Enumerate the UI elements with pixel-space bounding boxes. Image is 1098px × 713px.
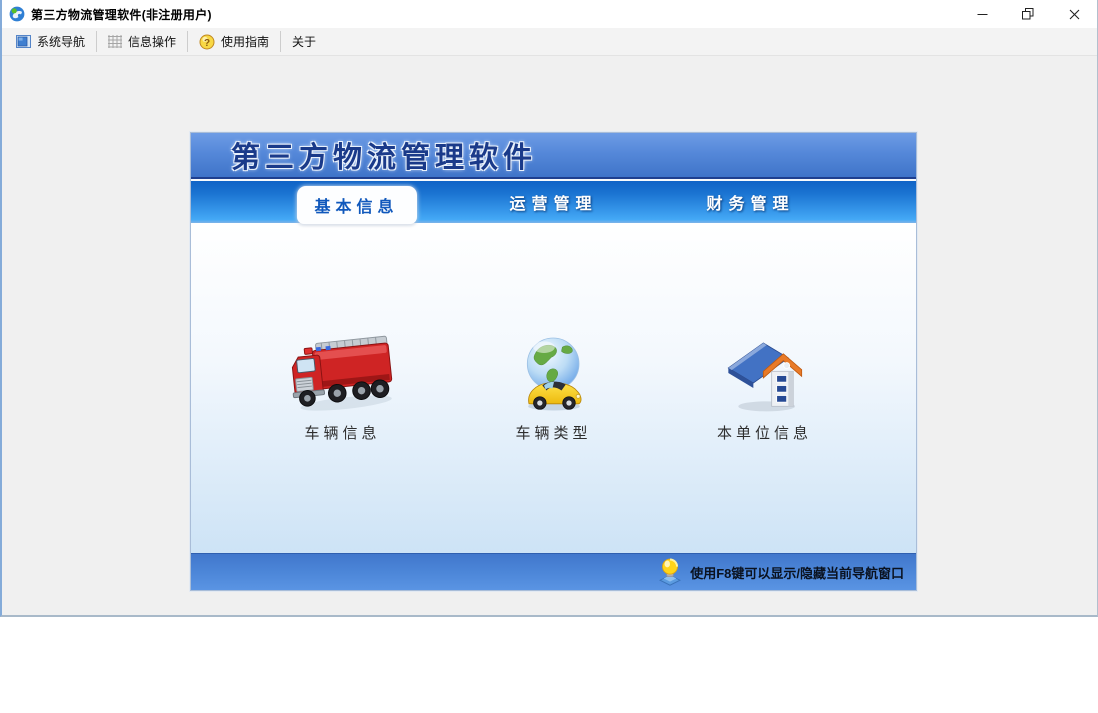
toolbar-item-user-guide[interactable]: ? 使用指南: [190, 30, 278, 53]
shortcut-vehicle-type[interactable]: 车辆类型: [448, 333, 659, 443]
tab-operations[interactable]: 运营管理: [509, 190, 597, 214]
shortcut-label: 车辆信息: [304, 425, 381, 442]
status-text: 使用F8键可以显示/隐藏当前导航窗口: [690, 565, 904, 581]
toolbar-separator: [96, 31, 98, 52]
house-icon: [727, 342, 802, 412]
content-area: 车辆信息 车辆类型 本单位信息: [191, 223, 916, 553]
tab-basic-info[interactable]: 基本信息: [296, 185, 417, 224]
close-button[interactable]: [1051, 0, 1097, 28]
minimize-button[interactable]: [959, 0, 1005, 28]
app-logo-icon: [9, 6, 25, 22]
grid-icon: [108, 35, 123, 48]
status-bar: 使用F8键可以显示/隐藏当前导航窗口: [191, 553, 916, 590]
close-icon: [1069, 9, 1079, 19]
restore-button[interactable]: [1005, 0, 1051, 28]
window-title: 第三方物流管理软件(非注册用户): [31, 7, 212, 22]
panel-title: 第三方物流管理软件: [231, 142, 538, 174]
shortcut-company-info[interactable]: 本单位信息: [659, 333, 870, 443]
toolbar-separator: [187, 31, 189, 52]
tab-slot: 基本信息: [258, 181, 455, 224]
toolbar-item-system-nav[interactable]: 系统导航: [7, 30, 94, 53]
tab-bar: 基本信息 运营管理 财务管理: [191, 181, 916, 224]
svg-text:?: ?: [204, 38, 210, 49]
toolbar-item-label: 使用指南: [221, 35, 270, 49]
toolbar-item-label: 关于: [292, 35, 317, 49]
window-controls: [959, 0, 1097, 28]
restore-icon: [1022, 8, 1034, 20]
minimize-icon: [977, 13, 987, 15]
navigation-panel-icon: [16, 35, 31, 48]
shortcut-label: 车辆类型: [515, 425, 592, 442]
title-bar: 第三方物流管理软件(非注册用户): [2, 0, 1097, 28]
shortcut-vehicle-info[interactable]: 车辆信息: [237, 333, 448, 443]
tab-finance[interactable]: 财务管理: [706, 190, 794, 214]
toolbar-item-about[interactable]: 关于: [283, 30, 325, 53]
lightbulb-icon: [659, 557, 682, 586]
globe-car-icon: [526, 337, 581, 411]
toolbar-separator: [280, 31, 282, 52]
shortcuts-row: 车辆信息 车辆类型 本单位信息: [237, 333, 870, 443]
toolbar-item-info-operation[interactable]: 信息操作: [99, 30, 185, 53]
app-window: 第三方物流管理软件(非注册用户) 系统导航 信息操作 ? 使用指南 关于 第三方…: [0, 0, 1098, 617]
workspace: 第三方物流管理软件 基本信息 运营管理 财务管理 车辆信息 车辆类型 本单位信息…: [2, 57, 1097, 615]
help-icon: ?: [199, 34, 215, 49]
toolbar-item-label: 信息操作: [128, 35, 177, 49]
tab-slot: 财务管理: [652, 181, 849, 223]
shortcut-label: 本单位信息: [716, 425, 812, 442]
tab-slot: 运营管理: [455, 181, 652, 223]
fire-truck-icon: [291, 335, 392, 411]
toolbar-item-label: 系统导航: [37, 35, 86, 49]
panel-banner: 第三方物流管理软件: [191, 133, 916, 179]
toolbar: 系统导航 信息操作 ? 使用指南 关于: [2, 28, 1097, 56]
main-panel: 第三方物流管理软件 基本信息 运营管理 财务管理 车辆信息 车辆类型 本单位信息…: [190, 132, 917, 591]
